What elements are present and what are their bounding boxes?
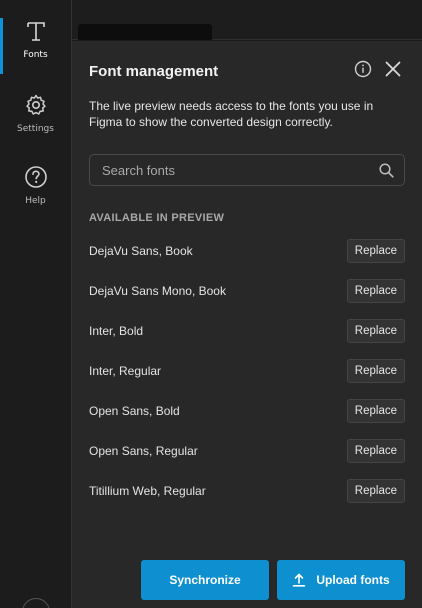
- replace-button[interactable]: Replace: [346, 479, 405, 503]
- font-name: Inter, Bold: [89, 324, 144, 338]
- rail-item-label: Settings: [17, 124, 54, 134]
- gear-icon: [24, 92, 48, 118]
- font-name: Open Sans, Regular: [89, 444, 198, 458]
- replace-button[interactable]: Replace: [346, 239, 405, 263]
- list-item: Titillium Web, Regular Replace: [89, 471, 405, 511]
- close-icon: [385, 61, 401, 81]
- font-name: Inter, Regular: [89, 364, 162, 378]
- rail-item-label: Fonts: [23, 50, 48, 60]
- font-name: DejaVu Sans Mono, Book: [89, 284, 226, 298]
- list-item: Open Sans, Bold Replace: [89, 391, 405, 431]
- replace-button[interactable]: Replace: [346, 279, 405, 303]
- tab-strip: [78, 24, 212, 40]
- search-box: [89, 154, 405, 186]
- close-button[interactable]: [382, 60, 404, 82]
- upload-fonts-label: Upload fonts: [316, 573, 390, 587]
- rail-item-fonts[interactable]: Fonts: [0, 18, 71, 74]
- font-list: DejaVu Sans, Book Replace DejaVu Sans Mo…: [89, 231, 405, 511]
- app-root: Fonts Settings Help Font management The …: [0, 0, 422, 608]
- list-item: Inter, Regular Replace: [89, 351, 405, 391]
- list-item: DejaVu Sans, Book Replace: [89, 231, 405, 271]
- panel-description: The live preview needs access to the fon…: [89, 99, 374, 129]
- list-item: DejaVu Sans Mono, Book Replace: [89, 271, 405, 311]
- list-item: Inter, Bold Replace: [89, 311, 405, 351]
- rail-item-settings[interactable]: Settings: [0, 92, 71, 148]
- replace-button[interactable]: Replace: [346, 359, 405, 383]
- list-item: Open Sans, Regular Replace: [89, 431, 405, 471]
- rail-item-help[interactable]: Help: [0, 164, 71, 220]
- replace-button[interactable]: Replace: [346, 439, 405, 463]
- side-rail: Fonts Settings Help: [0, 0, 72, 608]
- replace-button[interactable]: Replace: [346, 319, 405, 343]
- upload-icon: [292, 573, 306, 587]
- type-icon: [25, 18, 47, 44]
- font-name: Open Sans, Bold: [89, 404, 180, 418]
- search-input[interactable]: [90, 155, 368, 185]
- synchronize-button[interactable]: Synchronize: [141, 560, 269, 600]
- font-management-panel: Font management The live preview needs a…: [72, 41, 422, 608]
- font-name: DejaVu Sans, Book: [89, 244, 193, 258]
- avatar[interactable]: [22, 598, 50, 608]
- rail-item-label: Help: [25, 196, 46, 206]
- upload-fonts-button[interactable]: Upload fonts: [277, 560, 405, 600]
- question-circle-icon: [24, 164, 48, 190]
- section-heading: AVAILABLE IN PREVIEW: [89, 212, 225, 224]
- search-icon[interactable]: [368, 162, 404, 178]
- replace-button[interactable]: Replace: [346, 399, 405, 423]
- top-bar: [72, 0, 422, 40]
- info-button[interactable]: [353, 60, 373, 82]
- panel-title: Font management: [89, 63, 219, 80]
- info-icon: [354, 60, 372, 82]
- font-name: Titillium Web, Regular: [89, 484, 206, 498]
